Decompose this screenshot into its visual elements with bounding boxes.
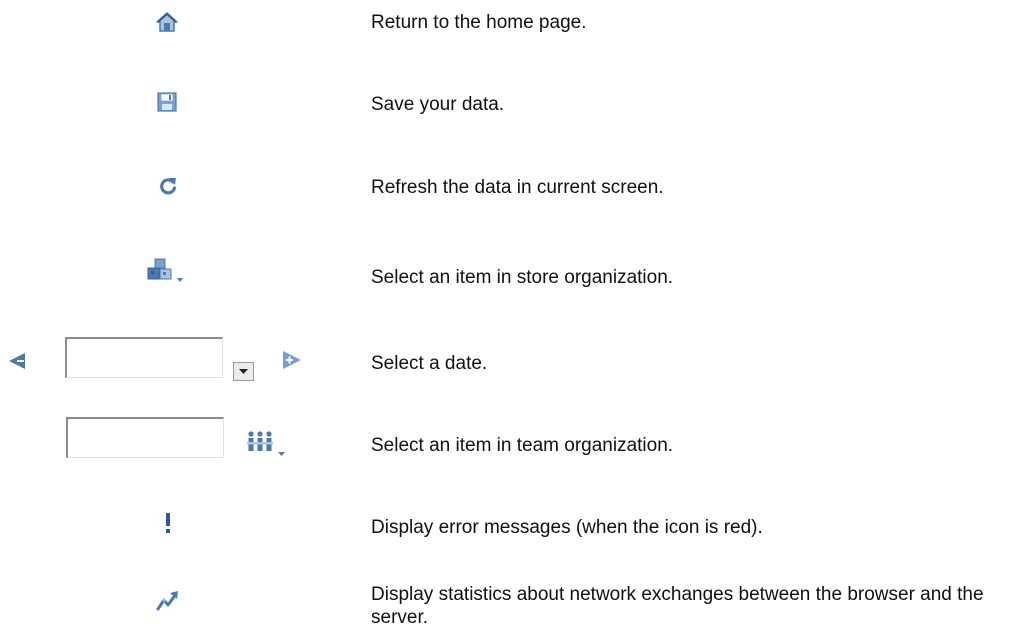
error-icon[interactable] bbox=[163, 512, 173, 534]
refresh-icon[interactable] bbox=[159, 176, 177, 196]
home-icon[interactable] bbox=[156, 12, 178, 32]
next-date-arrow-icon[interactable] bbox=[279, 350, 303, 370]
save-description: Save your data. bbox=[371, 94, 505, 115]
date-input-value bbox=[67, 339, 222, 359]
team-input-value bbox=[68, 419, 223, 439]
home-description: Return to the home page. bbox=[371, 12, 587, 33]
team-input[interactable] bbox=[66, 417, 224, 458]
statistics-description: Display statistics about network exchang… bbox=[371, 584, 984, 628]
date-input[interactable] bbox=[65, 337, 223, 378]
error-description: Display error messages (when the icon is… bbox=[371, 517, 763, 538]
refresh-description: Refresh the data in current screen. bbox=[371, 177, 664, 198]
date-dropdown-button[interactable] bbox=[233, 362, 254, 381]
store-organization-icon[interactable] bbox=[146, 257, 190, 283]
chevron-down-icon bbox=[239, 369, 248, 374]
store-organization-description: Select an item in store organization. bbox=[371, 267, 674, 288]
date-description: Select a date. bbox=[371, 353, 488, 374]
team-organization-description: Select an item in team organization. bbox=[371, 435, 674, 456]
team-organization-icon[interactable] bbox=[245, 430, 291, 456]
statistics-icon[interactable] bbox=[156, 590, 180, 612]
save-icon[interactable] bbox=[157, 92, 177, 112]
previous-date-arrow-icon[interactable] bbox=[8, 352, 28, 370]
